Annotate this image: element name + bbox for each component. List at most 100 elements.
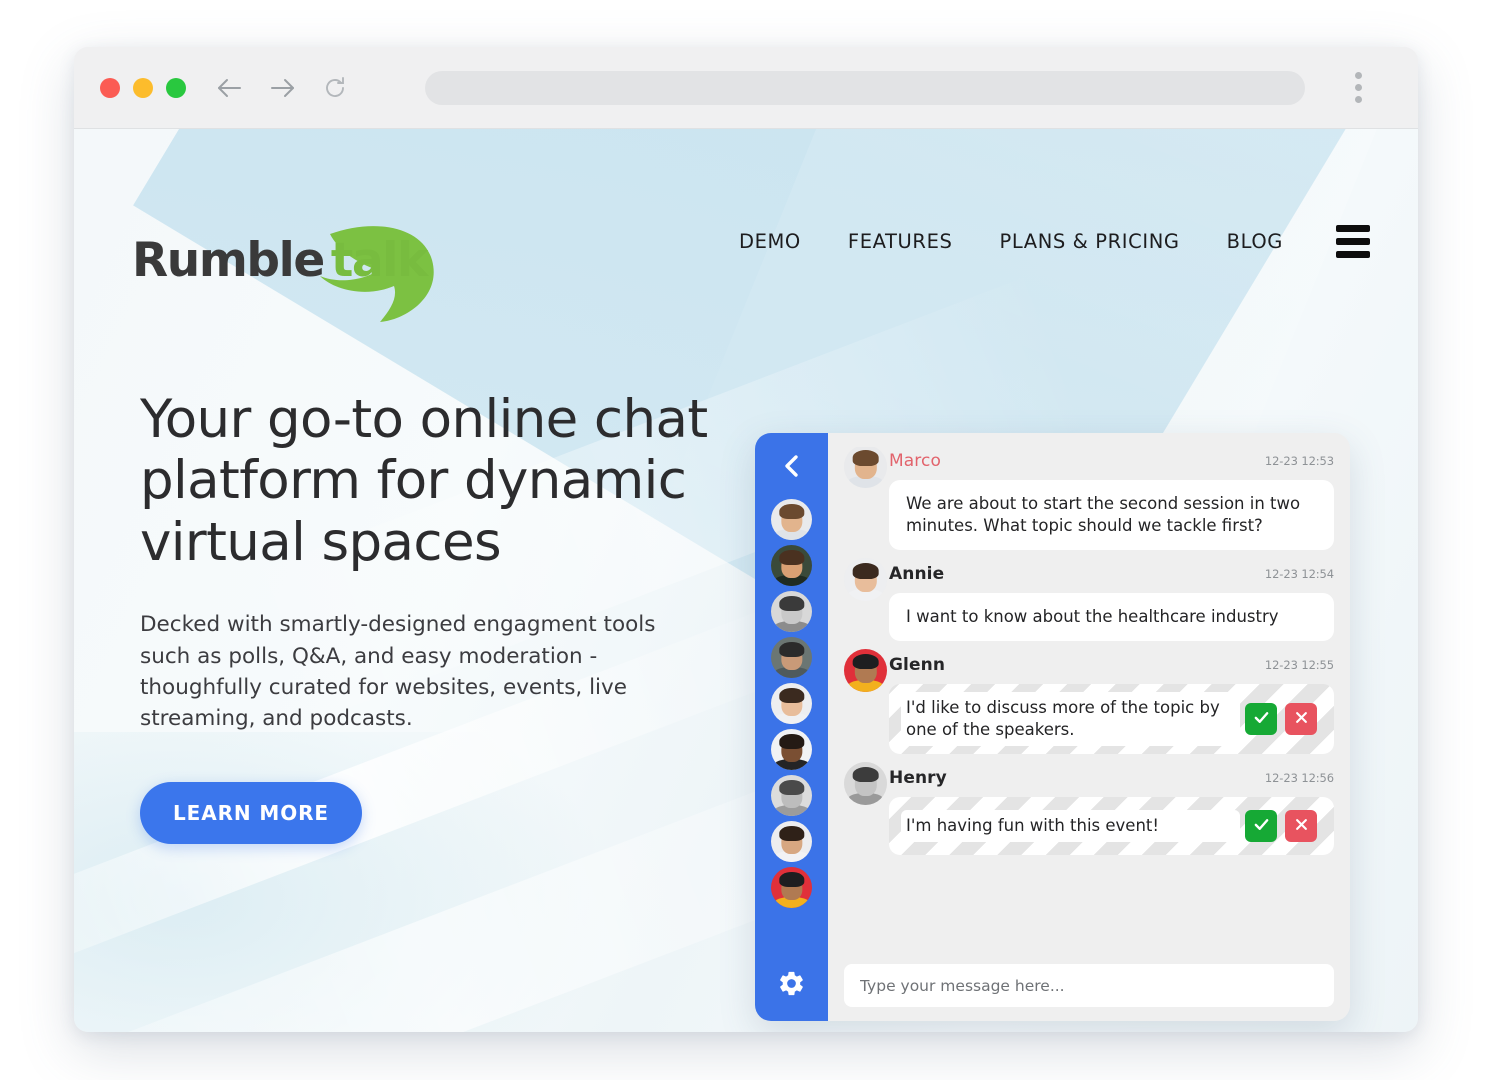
avatar-peter-face — [771, 775, 812, 816]
chat-message-text: We are about to start the second session… — [906, 494, 1301, 535]
nav-item-features[interactable]: FEATURES — [848, 230, 953, 253]
sidebar-avatar-glenn[interactable] — [771, 867, 812, 908]
avatar-marco-face — [771, 499, 812, 540]
chat-user-list — [771, 499, 812, 959]
arrow-right-icon[interactable] — [268, 76, 298, 100]
chevron-left-icon[interactable] — [780, 452, 804, 485]
browser-nav-icons — [214, 75, 348, 101]
avatar-glenn-face — [844, 648, 887, 692]
address-bar[interactable] — [425, 70, 1305, 105]
maximize-window-button[interactable] — [166, 77, 186, 98]
avatar-daniel-face — [771, 637, 812, 678]
sidebar-avatar-peter[interactable] — [771, 775, 812, 816]
chat-message-timestamp: 12-23 12:54 — [1264, 566, 1334, 581]
site-header: Rumble talk DEMO FEATURES PLANS & PRICIN… — [74, 129, 1418, 322]
chat-message-text: I'm having fun with this event! — [906, 814, 1235, 837]
avatar-hair — [778, 503, 805, 519]
avatar-glenn[interactable] — [844, 648, 887, 692]
avatar-hair — [778, 549, 805, 565]
chat-message: Glenn 12-23 12:55 I'd like to discuss more… — [844, 648, 1334, 754]
browser-toolbar — [74, 47, 1418, 129]
chat-message-header: Glenn 12-23 12:55 — [844, 648, 1334, 692]
chat-composer — [844, 964, 1334, 1021]
avatar-hair — [778, 871, 805, 887]
avatar-annie-face — [844, 557, 887, 601]
x-icon — [1294, 710, 1309, 728]
chat-message-header: Henry 12-23 12:56 — [844, 761, 1334, 805]
chat-message-timestamp: 12-23 12:53 — [1264, 454, 1334, 468]
avatar-hair — [852, 450, 879, 466]
avatar-sofia-face — [771, 545, 812, 586]
learn-more-button[interactable]: LEARN MORE — [140, 782, 362, 845]
check-icon — [1253, 709, 1270, 729]
kebab-menu-icon[interactable] — [1355, 72, 1362, 103]
avatar-henry[interactable] — [844, 761, 887, 805]
chat-message-author: Glenn — [889, 654, 946, 675]
avatar-annie-face — [771, 683, 812, 724]
chat-message-list: Marco 12-23 12:53 We are about to start th… — [844, 447, 1334, 964]
page-canvas: Rumble talk DEMO FEATURES PLANS & PRICIN… — [74, 129, 1418, 1032]
site-logo[interactable]: Rumble talk — [132, 226, 434, 322]
reject-message-button[interactable] — [1285, 809, 1317, 842]
chat-message-timestamp: 12-23 12:56 — [1264, 770, 1334, 785]
chat-widget: Marco 12-23 12:53 We are about to start th… — [755, 433, 1350, 1021]
logo-text-accent: talk — [330, 233, 428, 288]
nav-item-demo[interactable]: DEMO — [739, 230, 801, 253]
avatar-henry-face — [844, 761, 887, 805]
chat-message-author: Henry — [889, 767, 947, 788]
nav-item-blog[interactable]: BLOG — [1227, 230, 1283, 253]
chat-message-input[interactable] — [844, 964, 1334, 1007]
browser-window: Rumble talk DEMO FEATURES PLANS & PRICIN… — [74, 47, 1418, 1032]
approve-message-button[interactable] — [1245, 809, 1277, 842]
chat-message-timestamp: 12-23 12:55 — [1264, 657, 1334, 672]
chat-message: Henry 12-23 12:56 I'm having fun with this… — [844, 761, 1334, 855]
chat-message: Annie 12-23 12:54 I want to know about the… — [844, 557, 1334, 641]
chat-message-author: Marco — [889, 451, 941, 471]
chat-message-header: Marco 12-23 12:53 — [844, 447, 1334, 488]
x-icon — [1294, 817, 1309, 835]
gear-icon[interactable] — [777, 969, 806, 1003]
arrow-left-icon[interactable] — [214, 76, 244, 100]
chat-bubble: I want to know about the healthcare indu… — [889, 592, 1334, 641]
chat-bubble: We are about to start the second session… — [889, 480, 1334, 550]
avatar-hair — [852, 563, 879, 579]
hero-section: Your go-to online chat platform for dyna… — [140, 389, 740, 845]
avatar-glenn-face — [771, 867, 812, 908]
avatar-hair — [852, 653, 879, 670]
close-window-button[interactable] — [100, 77, 120, 98]
chat-message-text: I want to know about the healthcare indu… — [906, 606, 1279, 626]
reload-icon[interactable] — [322, 75, 348, 101]
chat-bubble-pending: I'd like to discuss more of the topic by… — [889, 683, 1334, 754]
avatar-hair — [778, 595, 805, 611]
page-title: Your go-to online chat platform for dyna… — [140, 389, 708, 573]
avatar-arthur-face — [771, 591, 812, 632]
chat-message: Marco 12-23 12:53 We are about to start th… — [844, 447, 1334, 550]
sidebar-avatar-arthur[interactable] — [771, 591, 812, 632]
sidebar-avatar-annie[interactable] — [771, 683, 812, 724]
hamburger-menu-icon[interactable] — [1336, 225, 1370, 258]
nav-item-plans-pricing[interactable]: PLANS & PRICING — [999, 230, 1179, 253]
hero-subtitle: Decked with smartly-designed engagment t… — [140, 612, 656, 731]
chat-bubble-pending: I'm having fun with this event! — [889, 796, 1334, 855]
avatar-annie[interactable] — [844, 557, 887, 601]
avatar-lucia-face — [771, 821, 812, 862]
chat-message-header: Annie 12-23 12:54 — [844, 557, 1334, 601]
avatar-hair — [778, 687, 805, 703]
check-icon — [1253, 816, 1270, 836]
approve-message-button[interactable] — [1245, 702, 1277, 735]
avatar-hair — [778, 825, 805, 841]
minimize-window-button[interactable] — [133, 77, 153, 98]
avatar-marcus-face — [771, 729, 812, 770]
chat-main-panel: Marco 12-23 12:53 We are about to start th… — [828, 433, 1350, 1021]
moderation-actions — [1245, 702, 1317, 735]
avatar-marco-face — [844, 447, 887, 488]
reject-message-button[interactable] — [1285, 702, 1317, 735]
avatar-hair — [778, 779, 805, 795]
sidebar-avatar-daniel[interactable] — [771, 637, 812, 678]
avatar-marco[interactable] — [844, 447, 887, 488]
sidebar-avatar-marcus[interactable] — [771, 729, 812, 770]
sidebar-avatar-sofia[interactable] — [771, 545, 812, 586]
sidebar-avatar-lucia[interactable] — [771, 821, 812, 862]
sidebar-avatar-marco[interactable] — [771, 499, 812, 540]
chat-message-text: I'd like to discuss more of the topic by… — [906, 696, 1235, 741]
